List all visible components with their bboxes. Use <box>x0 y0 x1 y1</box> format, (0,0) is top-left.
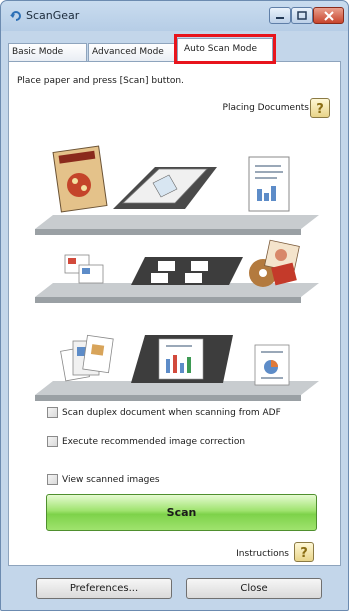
instructions-label: Instructions <box>236 549 289 559</box>
question-mark-icon: ? <box>311 99 329 117</box>
scan-button-label: Scan <box>166 506 197 519</box>
report-page-icon <box>254 344 290 386</box>
flatbed-shelf-2 <box>35 283 319 303</box>
photo-and-disc-icon <box>249 239 300 287</box>
close-icon <box>314 8 343 23</box>
scangear-app-icon <box>10 11 21 21</box>
view-scanned-checkbox[interactable] <box>47 474 58 485</box>
close-button[interactable]: Close <box>186 578 322 599</box>
magazine-icon <box>52 145 108 213</box>
tab-advanced-mode[interactable]: Advanced Mode <box>88 43 176 61</box>
image-correction-label: Execute recommended image correction <box>62 436 246 447</box>
scanner-illustration-row-2 <box>35 239 319 303</box>
scan-button[interactable]: Scan <box>46 494 317 531</box>
duplex-adf-checkbox-row[interactable]: Scan duplex document when scanning from … <box>47 407 281 418</box>
document-icon <box>248 156 290 212</box>
minimize-button[interactable] <box>269 7 291 24</box>
title-bar: ScanGear <box>1 1 348 31</box>
duplex-adf-label: Scan duplex document when scanning from … <box>62 407 281 418</box>
duplex-adf-checkbox[interactable] <box>47 407 58 418</box>
maximize-icon <box>292 8 312 23</box>
close-window-button[interactable] <box>313 7 344 24</box>
tab-highlight-box <box>174 34 276 64</box>
image-correction-checkbox[interactable] <box>47 436 58 447</box>
placing-documents-help-button[interactable]: ? <box>310 98 330 118</box>
view-scanned-checkbox-row[interactable]: View scanned images <box>47 474 160 485</box>
instructions-help-button[interactable]: ? <box>294 542 314 562</box>
photo-cards-icon <box>64 254 104 284</box>
minimize-icon <box>270 8 290 23</box>
view-scanned-label: View scanned images <box>62 474 160 485</box>
question-mark-icon: ? <box>295 543 313 561</box>
preferences-button-label: Preferences... <box>69 583 139 594</box>
flatbed-photos-icon <box>131 257 243 285</box>
maximize-button[interactable] <box>291 7 313 24</box>
preferences-button[interactable]: Preferences... <box>36 578 172 599</box>
svg-text:?: ? <box>300 546 308 559</box>
scangear-window: ScanGear Basic Mode Advanced Mode Auto S… <box>0 0 349 611</box>
tab-basic-mode[interactable]: Basic Mode <box>8 43 87 61</box>
document-stack-icon <box>60 334 114 382</box>
close-button-label: Close <box>240 583 268 594</box>
svg-text:?: ? <box>316 102 324 115</box>
flatbed-document-icon <box>131 335 233 383</box>
flatbed-scanner-icon <box>113 167 217 209</box>
image-correction-checkbox-row[interactable]: Execute recommended image correction <box>47 436 245 447</box>
auto-scan-panel: Place paper and press [Scan] button. Pla… <box>8 61 341 566</box>
instruction-text: Place paper and press [Scan] button. <box>17 76 184 86</box>
placing-documents-label: Placing Documents <box>222 103 309 113</box>
window-title: ScanGear <box>26 9 80 22</box>
scanner-illustration-row-3 <box>35 334 319 401</box>
